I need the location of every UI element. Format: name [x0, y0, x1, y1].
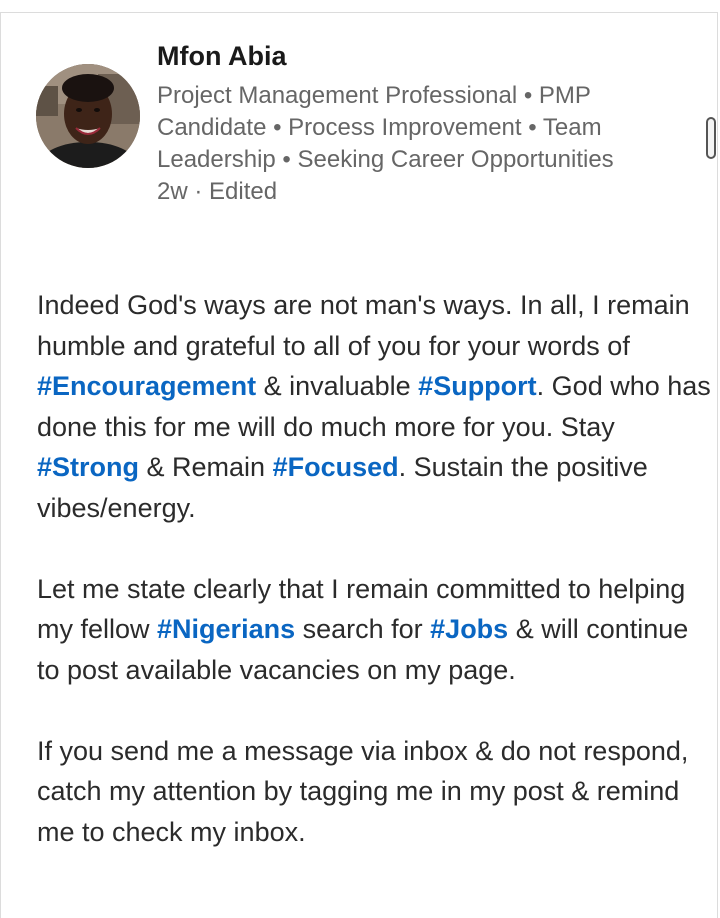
post-header: Mfon Abia Project Management Professiona… [0, 0, 718, 230]
post-text: search for [295, 614, 431, 644]
hashtag-link[interactable]: #Encouragement [37, 371, 256, 401]
hashtag-link[interactable]: #Focused [273, 452, 399, 482]
hashtag-link[interactable]: #Nigerians [157, 614, 295, 644]
post-text: Indeed God's ways are not man's ways. In… [37, 290, 690, 361]
avatar-photo [36, 64, 140, 168]
post-text: If you send me a message via inbox & do … [37, 735, 689, 847]
hashtag-link[interactable]: #Strong [37, 452, 139, 482]
post-paragraph: Indeed God's ways are not man's ways. In… [37, 285, 713, 528]
author-name[interactable]: Mfon Abia [157, 41, 286, 72]
post-body: Indeed God's ways are not man's ways. In… [37, 285, 713, 893]
author-headline: Project Management Professional • PMP Ca… [157, 82, 614, 173]
hashtag-link[interactable]: #Support [418, 371, 537, 401]
post-text: & Remain [139, 452, 273, 482]
post-text: & invaluable [256, 371, 419, 401]
post-paragraph: If you send me a message via inbox & do … [37, 731, 713, 853]
avatar[interactable] [36, 64, 140, 168]
post-timestamp: 2w · Edited [157, 178, 278, 205]
scrollbar-thumb[interactable] [706, 117, 716, 159]
hashtag-link[interactable]: #Jobs [430, 614, 508, 644]
post-paragraph: Let me state clearly that I remain commi… [37, 569, 713, 691]
